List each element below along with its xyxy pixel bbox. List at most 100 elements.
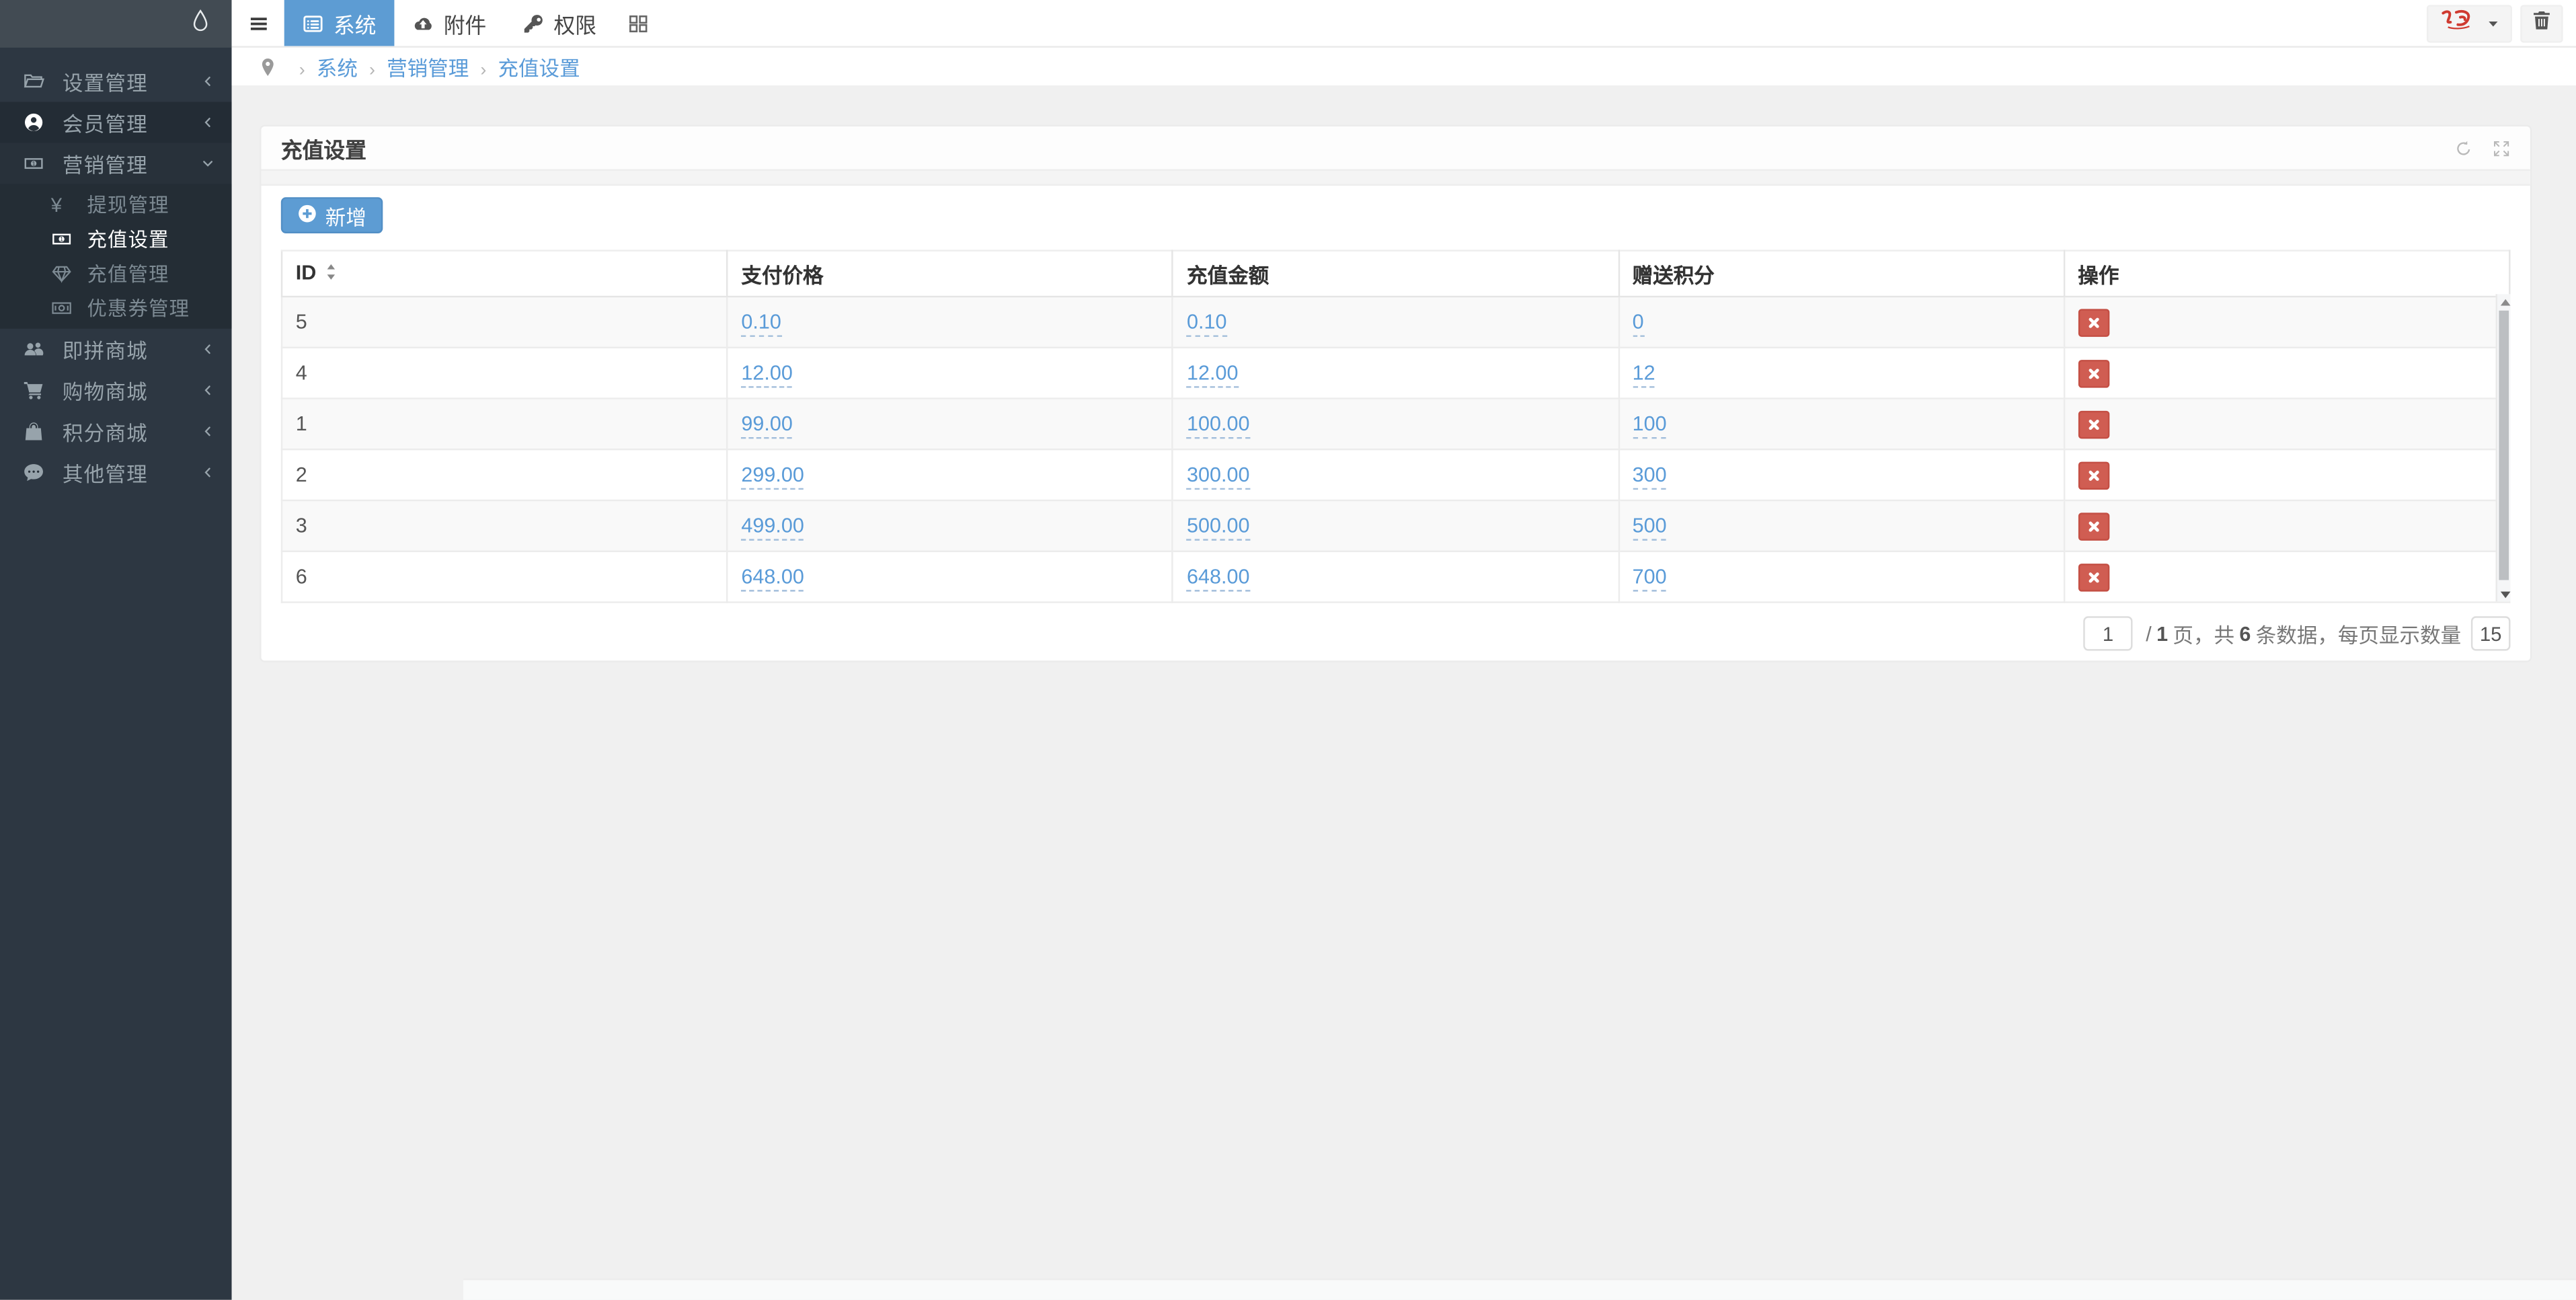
delete-button[interactable] — [2078, 410, 2109, 438]
editable-price-link[interactable]: 648.00 — [741, 566, 804, 592]
droplet-icon — [190, 8, 210, 39]
main-footer — [463, 1278, 2576, 1300]
sidebar-item-label: 设置管理 — [62, 72, 148, 95]
navbar-right — [2426, 0, 2576, 46]
cell-points: 500 — [1617, 499, 2065, 552]
sidebar-item-label: 其他管理 — [62, 463, 148, 487]
editable-price-link[interactable]: 12.00 — [741, 361, 793, 388]
sidebar-item-marketing[interactable]: 1 营销管理 — [0, 143, 232, 184]
sidebar-item-coupon-manage[interactable]: 优惠券管理 — [0, 291, 232, 325]
sidebar-item-label: 积分商城 — [62, 422, 148, 446]
editable-amount-link[interactable]: 500.00 — [1187, 514, 1250, 541]
editable-price-link[interactable]: 499.00 — [741, 514, 804, 541]
user-icon — [23, 112, 48, 133]
breadcrumb-link-recharge[interactable]: 充值设置 — [498, 58, 580, 81]
editable-points-link[interactable]: 100 — [1632, 412, 1667, 439]
current-page-input[interactable] — [2083, 616, 2133, 651]
plus-circle-icon — [297, 203, 317, 228]
chevron-left-icon — [200, 70, 215, 93]
sidebar-item-shop-mall[interactable]: 购物商城 — [0, 370, 232, 411]
scrollbar-thumb[interactable] — [2499, 310, 2509, 580]
delete-button[interactable] — [2078, 512, 2109, 540]
tab-label: 系统 — [334, 12, 377, 37]
cell-points: 700 — [1617, 550, 2065, 603]
comment-icon — [23, 462, 48, 484]
scroll-down-button[interactable] — [2497, 586, 2512, 601]
editable-points-link[interactable]: 700 — [1632, 566, 1667, 592]
apps-grid-button[interactable] — [615, 0, 662, 46]
editable-points-link[interactable]: 12 — [1632, 361, 1655, 388]
cell-points: 12 — [1617, 346, 2065, 399]
add-button[interactable]: 新增 — [280, 197, 383, 233]
breadcrumb-separator: › — [480, 61, 487, 81]
chevron-left-icon — [200, 420, 215, 443]
table-toolbar: 新增 — [280, 197, 2511, 233]
user-menu-button[interactable] — [2426, 4, 2512, 42]
table-row: 4 12.00 12.00 12 — [280, 346, 2511, 399]
delete-button[interactable] — [2078, 562, 2109, 591]
cell-operations — [2063, 295, 2511, 349]
table-row: 2 299.00 300.00 300 — [280, 449, 2511, 502]
money-icon: 1 — [23, 153, 48, 174]
sidebar-item-group-mall[interactable]: 即拼商城 — [0, 329, 232, 370]
folder-icon — [23, 71, 48, 92]
column-header-points: 赠送积分 — [1617, 250, 2065, 298]
page-size-input[interactable] — [2470, 616, 2511, 651]
refresh-button[interactable] — [2454, 139, 2472, 157]
sidebar-item-other-manage[interactable]: 其他管理 — [0, 452, 232, 493]
map-pin-icon — [260, 56, 276, 76]
delete-button[interactable] — [2078, 461, 2109, 489]
panel-strip — [261, 169, 2530, 186]
breadcrumb-link-marketing[interactable]: 营销管理 — [387, 58, 469, 81]
total-records: 6 — [2239, 621, 2251, 646]
sidebar-logo — [0, 0, 232, 48]
editable-amount-link[interactable]: 12.00 — [1187, 361, 1239, 388]
editable-points-link[interactable]: 300 — [1632, 463, 1667, 490]
cell-operations — [2063, 550, 2511, 603]
breadcrumb-link-system[interactable]: 系统 — [317, 58, 358, 81]
sidebar-item-members[interactable]: 会员管理 — [0, 102, 232, 143]
editable-price-link[interactable]: 299.00 — [741, 463, 804, 490]
editable-points-link[interactable]: 0 — [1632, 310, 1644, 337]
editable-amount-link[interactable]: 100.00 — [1187, 412, 1250, 439]
editable-price-link[interactable]: 99.00 — [741, 412, 793, 439]
table-row: 3 499.00 500.00 500 — [280, 499, 2511, 552]
cell-operations — [2063, 449, 2511, 502]
cell-price: 648.00 — [726, 550, 1174, 603]
admin-app: 设置管理 会员管理 1 营销管理 ¥ 提现管理 1 充值设置 充值管理 优惠券管理 即拼商城 购物商城… — [0, 0, 2576, 1300]
sidebar-item-recharge-config[interactable]: 1 充值设置 — [0, 222, 232, 256]
cell-points: 300 — [1617, 449, 2065, 502]
tab-auth[interactable]: 权限 — [504, 0, 615, 46]
sidebar-item-recharge-manage[interactable]: 充值管理 — [0, 256, 232, 291]
sidebar-item-withdraw-manage[interactable]: ¥ 提现管理 — [0, 188, 232, 222]
delete-button[interactable] — [2078, 308, 2109, 336]
recharge-settings-panel: 充值设置 新增 ID 支付价格 充值金额 赠送积分 操作 5 0.10 0.10… — [260, 124, 2532, 662]
cell-id: 3 — [280, 499, 728, 552]
editable-amount-link[interactable]: 648.00 — [1187, 566, 1250, 592]
sidebar-item-settings[interactable]: 设置管理 — [0, 61, 232, 102]
editable-points-link[interactable]: 500 — [1632, 514, 1667, 541]
scroll-up-button[interactable] — [2497, 294, 2512, 309]
delete-button[interactable] — [2078, 358, 2109, 387]
cell-id: 1 — [280, 397, 728, 451]
fullscreen-button[interactable] — [2493, 139, 2511, 157]
key-icon — [522, 12, 544, 34]
column-header-id[interactable]: ID — [280, 250, 728, 298]
sidebar-item-points-mall[interactable]: 积分商城 — [0, 411, 232, 452]
tab-system[interactable]: 系统 — [284, 0, 395, 46]
panel-heading: 充值设置 — [261, 126, 2530, 169]
tab-attachment[interactable]: 附件 — [394, 0, 504, 46]
sidebar-item-label: 购物商城 — [62, 381, 148, 405]
svg-text:1: 1 — [32, 160, 36, 167]
cell-points: 100 — [1617, 397, 2065, 451]
editable-amount-link[interactable]: 0.10 — [1187, 310, 1227, 337]
sidebar-item-label: 会员管理 — [62, 113, 148, 137]
bag-icon — [23, 421, 48, 443]
clear-cache-button[interactable] — [2520, 4, 2563, 42]
sidebar-item-label: 营销管理 — [62, 154, 148, 178]
cell-amount: 648.00 — [1172, 550, 1620, 603]
editable-amount-link[interactable]: 300.00 — [1187, 463, 1250, 490]
money-icon: 1 — [51, 229, 74, 250]
editable-price-link[interactable]: 0.10 — [741, 310, 781, 337]
sidebar-toggle-button[interactable] — [232, 0, 284, 46]
